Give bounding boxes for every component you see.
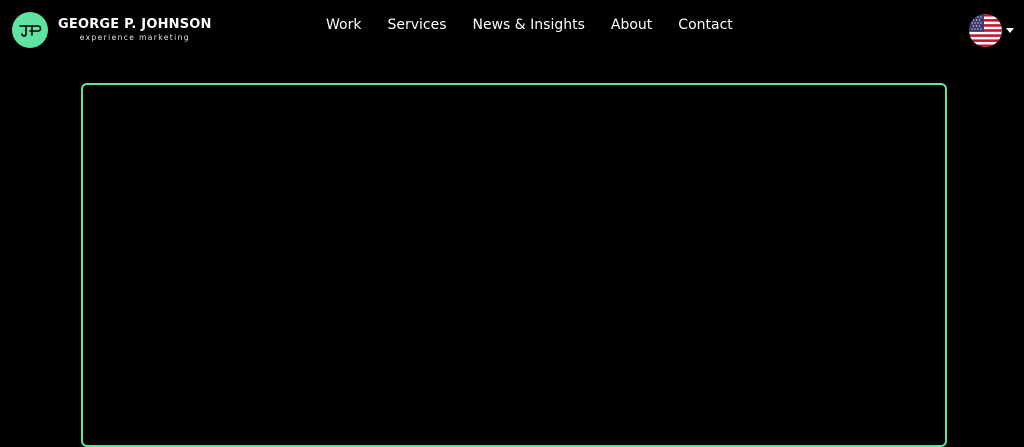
language-selector[interactable] — [969, 14, 1014, 47]
hero-frame — [81, 83, 947, 447]
nav-link-services[interactable]: Services — [387, 17, 446, 33]
nav-link-work[interactable]: Work — [326, 17, 361, 33]
nav-link-news-insights[interactable]: News & Insights — [473, 17, 585, 33]
gpj-logo-icon — [12, 12, 48, 48]
brand-name: GEORGE P. JOHNSON — [58, 17, 212, 33]
nav-link-about[interactable]: About — [611, 17, 652, 33]
caret-down-icon — [1006, 28, 1014, 33]
brand-tagline: experience marketing — [79, 33, 190, 43]
logo-text: GEORGE P. JOHNSON experience marketing — [58, 18, 212, 42]
nav-link-contact[interactable]: Contact — [678, 17, 732, 33]
main-nav: Work Services News & Insights About Cont… — [326, 17, 733, 33]
us-flag-icon — [969, 14, 1002, 47]
home-logo-link[interactable]: GEORGE P. JOHNSON experience marketing — [12, 12, 212, 48]
site-header: GEORGE P. JOHNSON experience marketing W… — [0, 0, 1024, 60]
